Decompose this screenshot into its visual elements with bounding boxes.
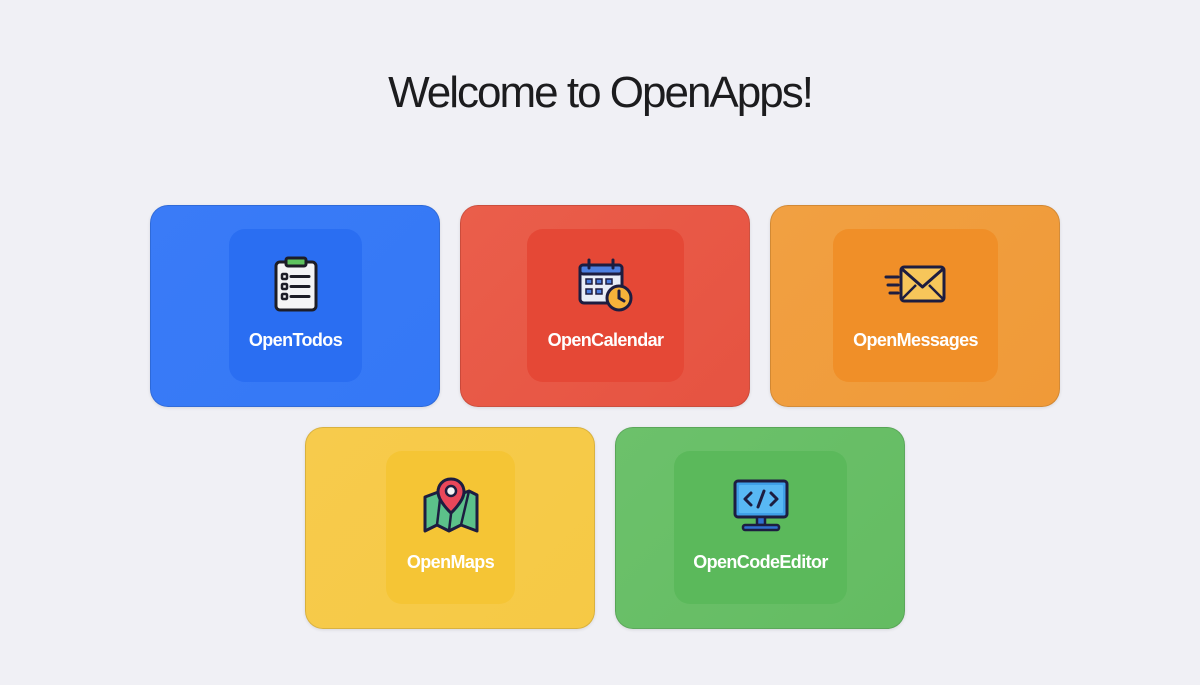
app-label: OpenMaps xyxy=(406,552,495,572)
code-monitor-icon xyxy=(729,475,793,539)
app-card-inner: OpenMessages xyxy=(833,229,998,382)
map-pin-icon xyxy=(419,475,483,539)
home-page: Welcome to OpenApps! OpenTodos OpenCalen… xyxy=(0,0,1200,685)
app-label: OpenMessages xyxy=(853,330,978,350)
app-card-opentodos[interactable]: OpenTodos xyxy=(150,205,440,407)
clipboard-checklist-icon xyxy=(264,253,328,317)
app-label: OpenTodos xyxy=(248,330,343,350)
app-label: OpenCalendar xyxy=(547,330,664,350)
app-card-inner: OpenMaps xyxy=(386,451,515,604)
page-title: Welcome to OpenApps! xyxy=(388,68,814,117)
app-card-inner: OpenCodeEditor xyxy=(674,451,847,604)
app-card-opencalendar[interactable]: OpenCalendar xyxy=(460,205,750,407)
envelope-icon xyxy=(884,253,948,317)
app-card-opencodeeditor[interactable]: OpenCodeEditor xyxy=(615,427,905,629)
app-card-openmessages[interactable]: OpenMessages xyxy=(770,205,1060,407)
app-card-openmaps[interactable]: OpenMaps xyxy=(305,427,595,629)
calendar-clock-icon xyxy=(574,253,638,317)
app-card-inner: OpenTodos xyxy=(229,229,362,382)
app-label: OpenCodeEditor xyxy=(693,552,828,572)
app-card-inner: OpenCalendar xyxy=(527,229,684,382)
